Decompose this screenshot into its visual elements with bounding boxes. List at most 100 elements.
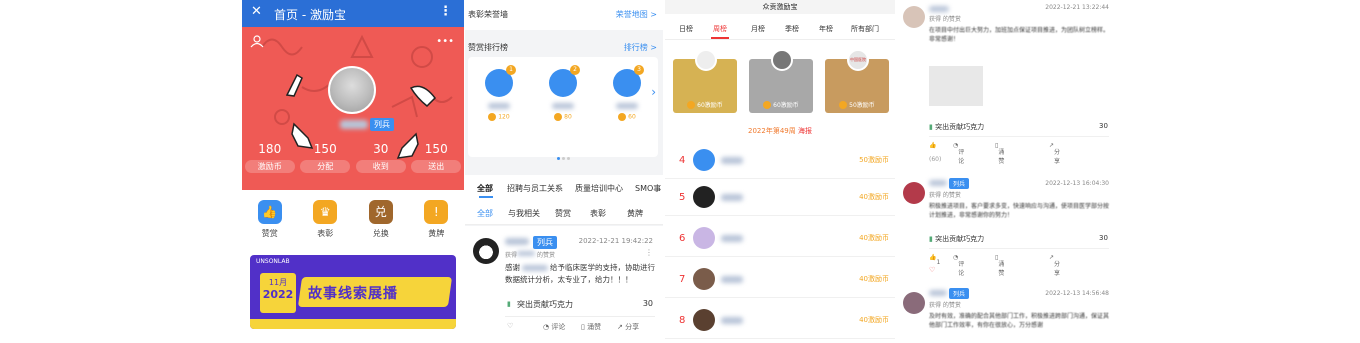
stat-sent[interactable]: 150 送出 <box>411 142 462 173</box>
action-label: 兑换 <box>372 229 389 238</box>
share-button[interactable]: ↗ 分享 <box>1049 254 1060 277</box>
award-count: 30 <box>642 299 653 308</box>
stat-coins[interactable]: 180 激励币 <box>244 142 295 173</box>
thumbs-up-icon: 👍 <box>257 200 282 224</box>
subtab-commend[interactable]: 表彰 <box>590 208 606 219</box>
rank-badge: 2 <box>570 65 580 75</box>
coin-icon <box>763 101 772 109</box>
tab-day[interactable]: 日榜 <box>679 24 693 34</box>
clapping-hands-icon-right <box>409 85 436 108</box>
award-name: 突出贡献巧克力 <box>517 300 573 309</box>
like-icon[interactable]: 👍 1 <box>929 254 940 266</box>
rank-badge: 列兵 <box>949 288 970 299</box>
tab-underline <box>711 37 729 39</box>
avatar: 1 <box>485 65 516 97</box>
podium-first[interactable]: 60激励币 <box>673 49 737 113</box>
praise-button[interactable]: 👍 赞赏 <box>250 200 290 239</box>
tab-month[interactable]: 月榜 <box>751 24 765 34</box>
post-image[interactable] <box>929 66 983 106</box>
author-name <box>929 6 949 12</box>
report-button[interactable]: ▯ 涌赞 <box>995 142 1004 165</box>
share-button[interactable]: ↗ 分享 <box>1049 142 1060 165</box>
podium-third[interactable]: 中国医院 50激励币 <box>825 49 889 113</box>
home-panel: ••• 列兵 180 激励币 150 分配 30 收到 150 送出 ✕ 首页 - 激励… <box>242 0 464 343</box>
leaderboard-row[interactable]: 8 40激励币 <box>665 303 895 339</box>
ranking-score: 60 <box>628 113 636 121</box>
tab-recruiting[interactable]: 招聘与员工关系 <box>507 183 563 194</box>
chevron-right-icon[interactable]: › <box>651 85 656 99</box>
leaderboard-row[interactable]: 7 40激励币 <box>665 262 895 298</box>
tab-week[interactable]: 周榜 <box>713 24 727 34</box>
tab-quality[interactable]: 质量培训中心 <box>575 183 623 194</box>
rank-badge: 列兵 <box>533 236 557 249</box>
like-icon[interactable]: ♡ <box>507 322 513 330</box>
author-name <box>929 290 947 296</box>
like-icon[interactable]: 👍 <box>929 142 936 149</box>
comment-button[interactable]: ◔ 评论 <box>953 254 964 277</box>
ranking-item[interactable]: 2 80 <box>546 65 580 121</box>
profile-header: ••• 列兵 180 激励币 150 分配 30 收到 150 送出 <box>242 0 464 190</box>
ranking-link[interactable]: 排行榜 > <box>624 42 657 53</box>
award-icon: ▮ <box>507 300 511 308</box>
more-dots-icon[interactable]: ••• <box>436 36 454 47</box>
post-text: 及时有效，准确的配合其他部门工作，积极推进跨部门沟通，保证其他部门工作效率，有你… <box>929 313 1110 329</box>
rank-badge: 列兵 <box>949 178 970 189</box>
user-icon[interactable] <box>250 34 264 48</box>
tab-year[interactable]: 年榜 <box>819 24 833 34</box>
avatar <box>903 182 925 204</box>
feed-post[interactable]: 列兵 2022-12-21 19:42:22 获得 的赞赏 ⋮ 感谢 给予临床医学… <box>465 226 663 343</box>
tab-all-departments[interactable]: 所有部门 <box>851 24 879 34</box>
poster-link[interactable]: 海报 <box>798 127 812 135</box>
leaderboard-row[interactable]: 4 50激励币 <box>665 143 895 179</box>
more-icon[interactable]: ⋮ <box>645 248 653 257</box>
tab-quarter[interactable]: 季榜 <box>785 24 799 34</box>
report-button[interactable]: ▯ 涌赞 <box>995 254 1004 277</box>
avatar[interactable] <box>473 238 499 264</box>
post-time: 2022-12-21 19:42:22 <box>578 237 653 245</box>
commend-button[interactable]: ♛ 表彰 <box>305 200 345 239</box>
leaderboard-row[interactable]: 5 40激励币 <box>665 180 895 216</box>
comment-button[interactable]: ◔ 评论 <box>543 322 565 332</box>
banner-month: 11月 <box>268 278 288 287</box>
subtab-all[interactable]: 全部 <box>477 208 493 219</box>
honor-wall-header: 表彰荣誉墙 荣誉地图 > <box>465 0 663 30</box>
post-text: 感谢 给予临床医学的支持，协助进行数据统计分析，太专业了，给力！！！ <box>505 263 655 284</box>
rank-number: 7 <box>679 274 686 285</box>
report-button[interactable]: ▯ 涌赞 <box>581 322 601 332</box>
author-name <box>505 238 529 245</box>
stat-label: 激励币 <box>244 160 295 173</box>
ranking-item[interactable]: 1 120 <box>482 65 516 121</box>
stat-received[interactable]: 30 收到 <box>355 142 406 173</box>
section-title: 赞赏排行榜 <box>468 43 508 52</box>
avatar[interactable] <box>328 66 376 114</box>
ranking-item[interactable]: 3 60 <box>610 65 644 121</box>
stat-allocated[interactable]: 150 分配 <box>300 142 351 173</box>
heart-icon[interactable]: ♡ <box>929 266 935 274</box>
post-time: 2022-12-13 16:04:30 <box>1045 180 1109 187</box>
user-name <box>721 194 743 201</box>
share-button[interactable]: ↗ 分享 <box>617 322 639 332</box>
menu-icon[interactable]: ⋮ <box>439 4 452 19</box>
tab-all[interactable]: 全部 <box>477 183 493 194</box>
close-icon[interactable]: ✕ <box>251 4 262 19</box>
tab-smo[interactable]: SMO事 <box>635 183 661 194</box>
post-text: 在项目中付出巨大努力，加班加点保证项目推进，为团队树立榜样。非常感谢！ <box>929 27 1110 43</box>
subtab-yellow[interactable]: 黄牌 <box>627 208 643 219</box>
exchange-button[interactable]: 兑兑换 <box>361 200 401 239</box>
rank-badge: 1 <box>506 65 516 75</box>
user-name <box>721 276 743 283</box>
calendar-icon: 11月 2022 <box>260 273 296 313</box>
subtab-praise[interactable]: 赞赏 <box>555 208 571 219</box>
clapping-hands-icon <box>285 73 303 97</box>
comment-button[interactable]: ◔ 评论 <box>953 142 964 165</box>
podium-second[interactable]: 60激励币 <box>749 49 813 113</box>
subtab-related[interactable]: 与我相关 <box>508 208 540 219</box>
honor-map-link[interactable]: 荣誉地图 > <box>616 9 657 20</box>
yellow-card-button[interactable]: ! 黄牌 <box>416 200 456 239</box>
ranking-name <box>488 103 510 109</box>
points: 40激励币 <box>859 234 889 242</box>
banner-year: 2022 <box>262 288 294 301</box>
leaderboard-row[interactable]: 6 40激励币 <box>665 221 895 257</box>
ranking-score: 80 <box>564 113 572 121</box>
promo-banner[interactable]: UNSONLAB 11月 2022 故事线索展播 <box>250 255 456 329</box>
